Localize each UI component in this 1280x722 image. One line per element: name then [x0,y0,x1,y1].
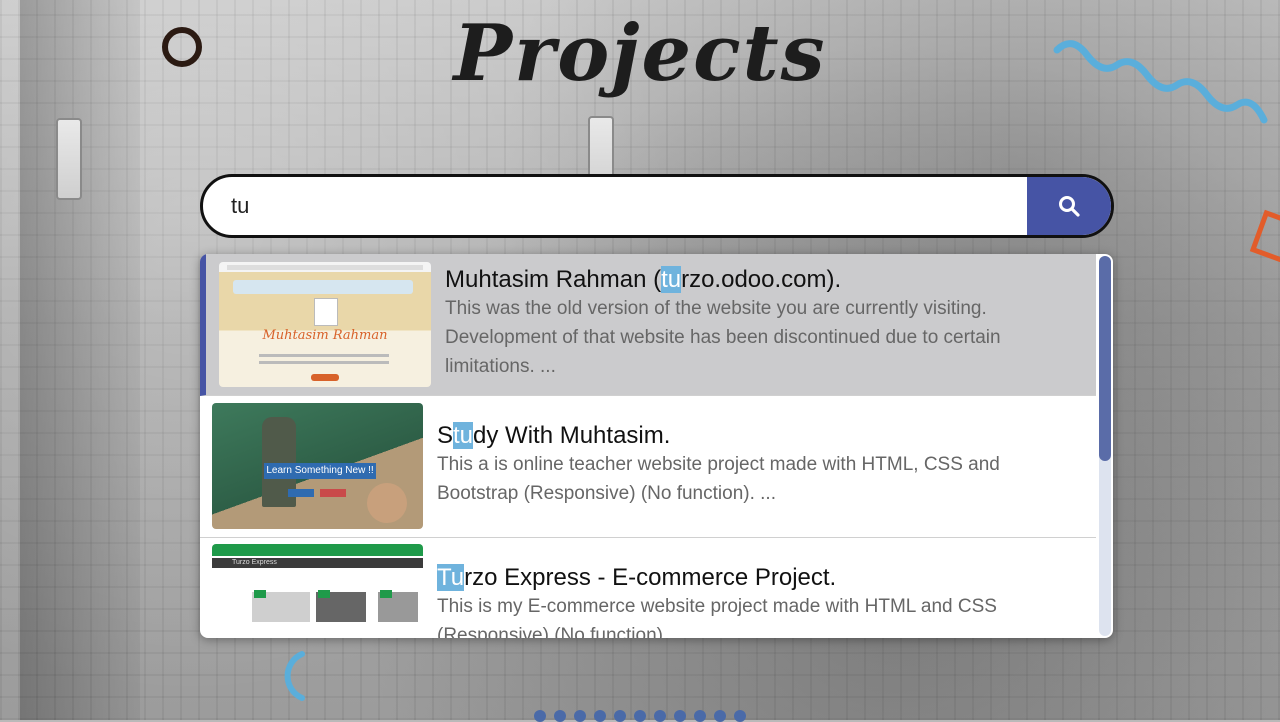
result-description: This was the old version of the website … [445,298,1001,377]
result-title: Turzo Express - E-commerce Project. [437,564,837,591]
search-result-item[interactable]: Turzo Express Turzo Express - E-commerce… [200,538,1096,638]
server-rack-background [20,0,140,720]
result-thumbnail: Muhtasim Rahman [219,262,431,387]
search-result-item[interactable]: Muhtasim Rahman Muhtasim Rahman (turzo.o… [200,254,1096,396]
result-description: This is my E-commerce website project ma… [437,596,997,638]
arc-decoration [284,651,305,701]
search-results-dropdown: Muhtasim Rahman Muhtasim Rahman (turzo.o… [200,254,1113,638]
thumbnail-caption: Turzo Express [212,558,423,568]
search-match-highlight: tu [453,422,474,449]
results-scrollbar[interactable] [1099,256,1111,636]
scrollbar-thumb[interactable] [1099,256,1111,461]
page-title: Projects [453,8,827,99]
dots-decoration [534,710,746,722]
rack-handle-decoration [56,118,82,200]
search-match-highlight: Tu [437,564,465,591]
thumbnail-caption: Muhtasim Rahman [262,328,388,343]
search-input[interactable] [203,177,1027,235]
result-description: This a is online teacher website project… [437,454,1000,504]
search-result-item[interactable]: Learn Something New !! Study With Muhtas… [200,396,1096,538]
search-bar [200,174,1114,238]
search-button[interactable] [1027,177,1111,235]
result-thumbnail: Turzo Express [212,544,423,638]
result-thumbnail: Learn Something New !! [212,403,423,529]
thumbnail-caption: Learn Something New !! [264,463,376,479]
result-title: Muhtasim Rahman (turzo.odoo.com). [445,266,842,293]
search-icon [1059,196,1080,217]
search-match-highlight: tu [661,266,682,293]
result-title: Study With Muhtasim. [437,422,671,449]
